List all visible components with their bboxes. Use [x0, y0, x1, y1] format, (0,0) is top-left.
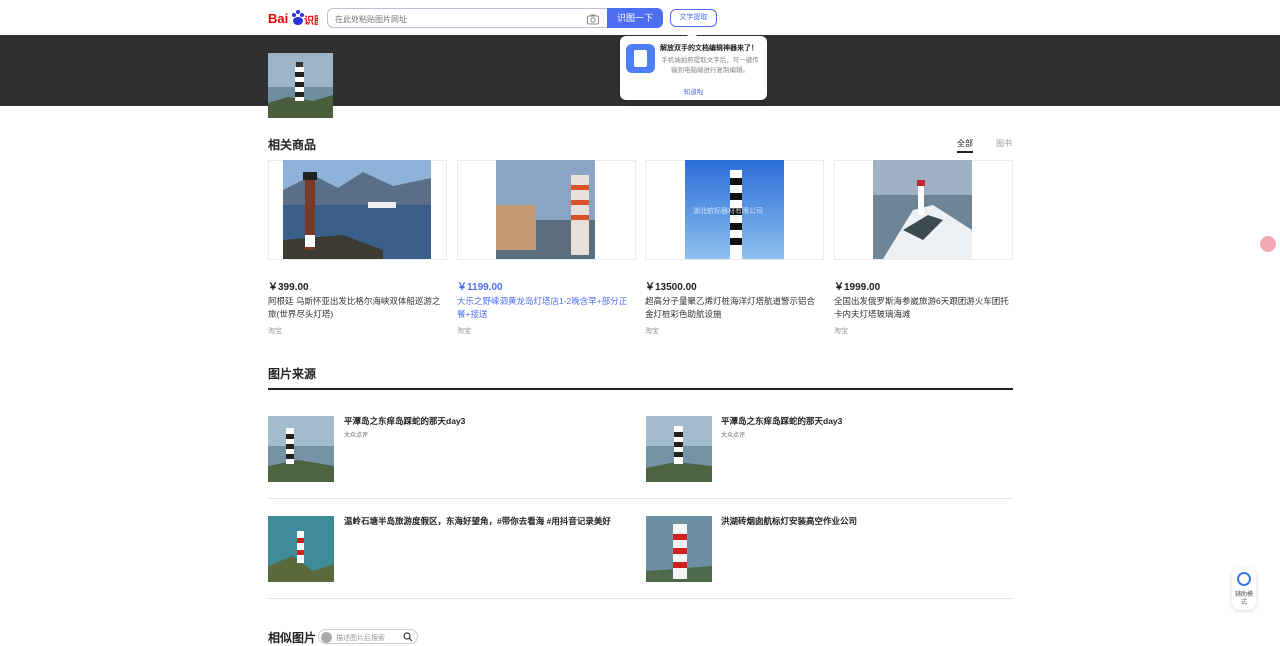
- tab-all[interactable]: 全部: [957, 138, 973, 153]
- tab-books[interactable]: 图书: [996, 138, 1012, 149]
- avatar: [321, 632, 332, 643]
- source-title[interactable]: 平潭岛之东痒岛踩蛇的那天day3: [344, 415, 465, 427]
- source-image[interactable]: [646, 516, 712, 582]
- accessibility-icon: [1237, 572, 1251, 586]
- row-divider: [268, 498, 1013, 499]
- product-image[interactable]: [496, 160, 595, 259]
- source-title[interactable]: 平潭岛之东痒岛踩蛇的那天day3: [721, 415, 842, 427]
- source-site: 大众点评: [344, 433, 369, 439]
- related-products-title: 相关商品: [268, 138, 317, 152]
- query-image[interactable]: [268, 53, 333, 118]
- product-title[interactable]: 阿根廷 乌斯怀亚出发比格尔海峡双体船巡游之旅(世界尽头灯塔): [268, 295, 446, 321]
- search-image-button[interactable]: 识图一下: [607, 8, 663, 28]
- section-divider: [268, 388, 1013, 390]
- source-title[interactable]: 洪湖砖烟囱航标灯安装高空作业公司: [721, 515, 857, 527]
- image-url-search-field[interactable]: [327, 8, 608, 29]
- svg-text:识图: 识图: [304, 15, 318, 27]
- source-image[interactable]: [268, 416, 334, 482]
- row-divider: [268, 598, 1013, 599]
- product-title[interactable]: 超高分子量聚乙烯灯桩海洋灯塔航道警示铝合金灯桩彩色助航设施: [645, 295, 823, 321]
- product-price: ￥399.00: [268, 282, 309, 293]
- assist-mode-label: 辅助模式: [1234, 592, 1253, 606]
- popup-title: 解放双手的文档编辑神器来了！: [660, 45, 758, 52]
- baidu-shitu-logo[interactable]: Bai 识图: [268, 8, 324, 28]
- product-shop: 淘宝: [268, 328, 282, 335]
- image-source-title: 图片来源: [268, 367, 317, 381]
- watermark-text: 湖北航标器材有限公司: [693, 208, 763, 215]
- camera-icon[interactable]: [587, 12, 599, 25]
- product-title[interactable]: 全国出发俄罗斯海参崴旅游6天跟团游火车团托卡内夫灯塔玻璃海滩: [834, 295, 1012, 321]
- similar-images-title: 相似图片: [268, 631, 317, 645]
- translate-float-icon[interactable]: [1260, 236, 1276, 252]
- document-icon: [626, 44, 655, 73]
- source-title[interactable]: 温岭石塘半岛旅游度假区，东海好望角，#带你去看海 #用抖音记录美好: [344, 515, 611, 527]
- product-shop: 淘宝: [645, 328, 659, 335]
- search-icon[interactable]: [403, 632, 413, 642]
- popup-dismiss-link[interactable]: 知道啦: [620, 86, 767, 96]
- product-shop: 淘宝: [834, 328, 848, 335]
- popup-description: 手机端拍照提取文字后，可一键传输到电脑端进行复制编辑。: [661, 57, 759, 74]
- product-price: ￥1999.00: [834, 282, 881, 293]
- svg-text:Bai: Bai: [268, 11, 288, 26]
- similar-search-field[interactable]: 描述图片后搜索: [318, 629, 418, 644]
- product-price: ￥1199.00: [457, 282, 503, 293]
- image-url-input[interactable]: [335, 10, 575, 29]
- source-image[interactable]: [268, 516, 334, 582]
- source-image[interactable]: [646, 416, 712, 482]
- source-site: 大众点评: [721, 433, 746, 439]
- product-price: ￥13500.00: [645, 282, 697, 293]
- similar-search-placeholder: 描述图片后搜索: [336, 635, 385, 642]
- product-shop: 淘宝: [457, 328, 471, 335]
- product-image[interactable]: [283, 160, 431, 259]
- text-extract-button[interactable]: 文字提取: [670, 9, 717, 27]
- product-image[interactable]: [873, 160, 972, 259]
- product-title[interactable]: 大乐之野嵊泗黄龙岛灯塔店1-2晚含早+部分正餐+接送: [457, 295, 635, 321]
